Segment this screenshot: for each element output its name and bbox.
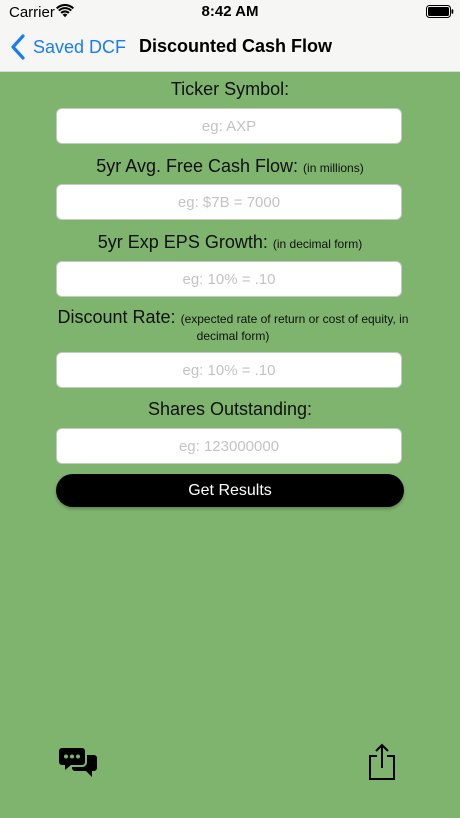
shares-outstanding-input[interactable] (56, 428, 402, 464)
get-results-button[interactable]: Get Results (56, 474, 404, 507)
discount-rate-note: (expected rate of return or cost of equi… (180, 312, 409, 343)
discount-rate-label-text: Discount Rate: (57, 307, 176, 327)
clock-time: 8:42 AM (201, 3, 259, 20)
ticker-label: Ticker Symbol: (0, 78, 460, 100)
discount-rate-input[interactable] (56, 352, 402, 388)
eps-growth-label: 5yr Exp EPS Growth: (in decimal form) (0, 231, 460, 255)
navigation-bar: Saved DCF Discounted Cash Flow (0, 24, 460, 72)
shares-outstanding-label-text: Shares Outstanding: (147, 399, 313, 419)
eps-growth-note: (in decimal form) (272, 237, 363, 251)
back-button[interactable]: Saved DCF (10, 32, 126, 62)
eps-growth-input[interactable] (56, 261, 402, 297)
share-icon[interactable] (367, 743, 397, 781)
ticker-label-text: Ticker Symbol: (170, 79, 290, 99)
back-button-label: Saved DCF (33, 36, 127, 57)
battery-icon (426, 5, 454, 18)
eps-growth-label-text: 5yr Exp EPS Growth: (97, 232, 268, 252)
free-cash-flow-label-text: 5yr Avg. Free Cash Flow: (96, 156, 299, 176)
chevron-left-icon (11, 34, 25, 60)
discount-rate-label: Discount Rate: (expected rate of return … (56, 307, 410, 344)
free-cash-flow-input[interactable] (56, 184, 402, 220)
status-bar: Carrier 8:42 AM (0, 0, 460, 24)
free-cash-flow-note: (in millions) (303, 161, 364, 175)
free-cash-flow-label: 5yr Avg. Free Cash Flow: (in millions) (0, 155, 460, 179)
ticker-input[interactable] (56, 108, 402, 144)
chat-bubbles-icon[interactable] (59, 747, 97, 779)
shares-outstanding-label: Shares Outstanding: (0, 398, 460, 420)
page-title: Discounted Cash Flow (139, 36, 333, 56)
